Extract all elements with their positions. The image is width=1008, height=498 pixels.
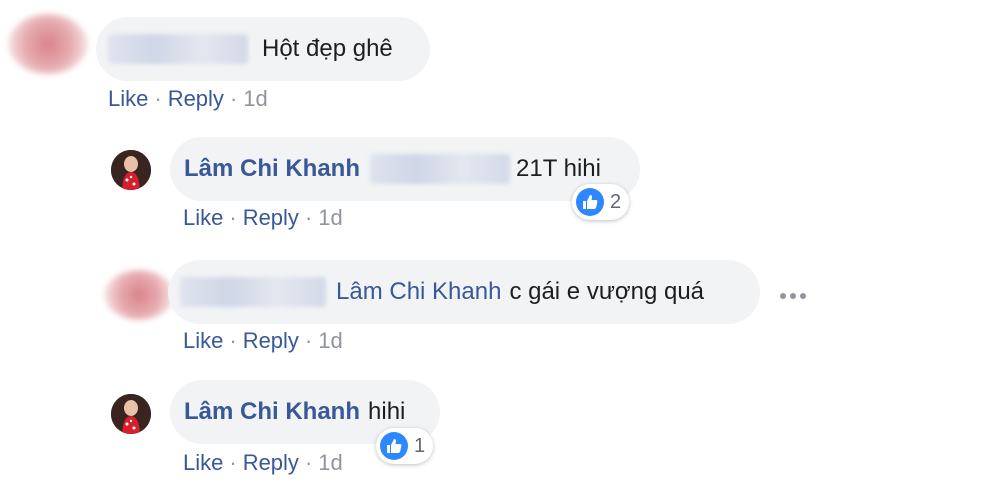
comment-text: hihi: [368, 398, 406, 425]
blurred-author-name[interactable]: [180, 277, 326, 307]
reaction-badge[interactable]: 2: [572, 184, 630, 220]
comment-actions: Like · Reply · 1d: [183, 205, 343, 231]
comment-bubble: Lâm Chi Khanh 21T hihi: [170, 137, 640, 201]
author-name[interactable]: Lâm Chi Khanh: [184, 155, 360, 183]
separator: ·: [304, 450, 313, 475]
separator: ·: [229, 450, 237, 475]
mention-link[interactable]: Lâm Chi Khanh: [336, 278, 501, 306]
separator: ·: [229, 328, 237, 353]
separator: ·: [229, 86, 238, 111]
blurred-author-name[interactable]: [108, 34, 248, 64]
blurred-mention[interactable]: [370, 154, 511, 184]
like-icon: [576, 188, 604, 216]
like-icon: [380, 432, 408, 460]
reaction-count: 2: [610, 190, 622, 213]
comment-text: Hột đẹp ghê: [262, 35, 393, 62]
reply-link[interactable]: Reply: [243, 205, 299, 230]
like-link[interactable]: Like: [183, 450, 223, 475]
comment-actions: Like · Reply · 1d: [183, 450, 343, 476]
reaction-badge[interactable]: 1: [376, 428, 434, 464]
more-options-icon[interactable]: [780, 293, 806, 299]
comment-bubble: Hột đẹp ghê: [96, 17, 430, 81]
reply-link[interactable]: Reply: [168, 86, 224, 111]
avatar[interactable]: [111, 394, 151, 434]
timestamp[interactable]: 1d: [318, 205, 342, 230]
reply-link[interactable]: Reply: [243, 328, 299, 353]
avatar-blurred[interactable]: [104, 270, 174, 320]
separator: ·: [304, 328, 313, 353]
comment-text: c gái e vượng quá: [509, 278, 705, 305]
separator: ·: [154, 86, 162, 111]
separator: ·: [304, 205, 313, 230]
avatar-blurred[interactable]: [8, 14, 88, 74]
like-link[interactable]: Like: [183, 205, 223, 230]
reaction-count: 1: [414, 434, 426, 457]
comment-actions: Like · Reply · 1d: [108, 86, 268, 112]
author-name[interactable]: Lâm Chi Khanh: [184, 398, 360, 426]
timestamp[interactable]: 1d: [318, 328, 342, 353]
comment-text: 21T hihi: [516, 155, 601, 182]
timestamp[interactable]: 1d: [318, 450, 342, 475]
timestamp[interactable]: 1d: [243, 86, 267, 111]
comment-bubble: Lâm Chi Khanh c gái e vượng quá: [168, 260, 760, 324]
separator: ·: [229, 205, 237, 230]
like-link[interactable]: Like: [183, 328, 223, 353]
avatar[interactable]: [111, 150, 151, 190]
comment-actions: Like · Reply · 1d: [183, 328, 343, 354]
reply-link[interactable]: Reply: [243, 450, 299, 475]
like-link[interactable]: Like: [108, 86, 148, 111]
